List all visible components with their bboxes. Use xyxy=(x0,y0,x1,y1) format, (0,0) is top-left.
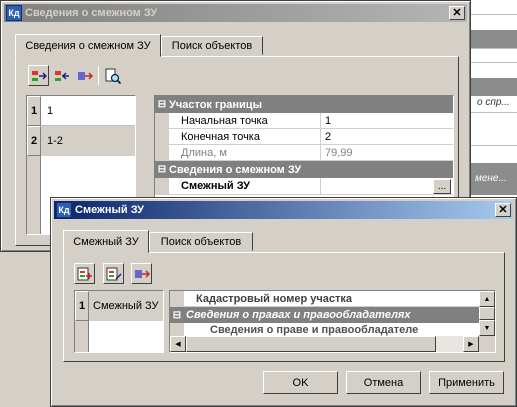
edit-parcel-button[interactable] xyxy=(103,263,124,284)
close-button[interactable]: ✕ xyxy=(449,6,465,20)
property-row[interactable]: Длина, м 79,99 xyxy=(155,144,453,161)
add-parcel-button[interactable] xyxy=(74,263,95,284)
property-row-right[interactable]: Сведения о праве и правообладателе xyxy=(170,323,495,336)
collapse-icon[interactable]: ⊟ xyxy=(155,99,169,110)
preview-button[interactable] xyxy=(102,65,123,86)
group-title: Сведения о смежном ЗУ xyxy=(169,163,302,176)
insert-point-icon xyxy=(31,70,47,81)
list-item-label: Смежный ЗУ xyxy=(93,300,159,312)
row-number: 1 xyxy=(27,95,41,126)
tab-adjacent-parcel[interactable]: Смежный ЗУ xyxy=(63,230,149,253)
vertical-scrollbar[interactable]: ▲ ▼ xyxy=(479,291,495,336)
tab-object-search[interactable]: Поиск объектов xyxy=(161,36,263,55)
move-parcel-button[interactable] xyxy=(131,263,152,284)
property-row[interactable]: Конечная точка 2 xyxy=(155,128,453,145)
ellipsis-button[interactable]: ... xyxy=(433,178,451,194)
list-item[interactable]: 1 Смежный ЗУ xyxy=(75,291,163,321)
tab-object-search[interactable]: Поиск объектов xyxy=(149,232,253,251)
scroll-right-button[interactable]: ▶ xyxy=(463,336,479,352)
tab-panel: 1 Смежный ЗУ Кадастровый номер участка ⊟… xyxy=(63,252,505,362)
property-row-cadastral[interactable]: Кадастровый номер участка xyxy=(170,291,495,307)
dialog-adjacent-parcel: Кд Смежный ЗУ ✕ Смежный ЗУ Поиск объекто… xyxy=(50,197,517,407)
tab-adjacent-info[interactable]: Сведения о смежном ЗУ xyxy=(15,34,161,57)
dialog-title: Сведения о смежном ЗУ xyxy=(25,7,158,19)
cancel-button[interactable]: Отмена xyxy=(346,371,421,394)
property-label: Кадастровый номер участка xyxy=(196,292,352,305)
scroll-down-button[interactable]: ▼ xyxy=(479,320,495,336)
collapse-icon[interactable]: ⊟ xyxy=(170,310,184,321)
horizontal-scrollbar[interactable]: ◀ ▶ xyxy=(170,336,495,352)
group-title: Участок границы xyxy=(169,98,262,111)
property-value: 79,99 xyxy=(325,146,353,159)
apply-button[interactable]: Применить xyxy=(429,371,504,394)
parcel-list[interactable]: 1 Смежный ЗУ xyxy=(74,290,164,353)
dialog-adjacent-parcel-titlebar[interactable]: Кд Смежный ЗУ ✕ xyxy=(54,201,513,219)
move-point-button[interactable] xyxy=(74,65,95,86)
group-title: Сведения о правах и правообладателях xyxy=(186,309,411,321)
list-item[interactable]: 2 1-2 xyxy=(27,126,135,156)
move-parcel-icon xyxy=(134,269,150,278)
property-label: Начальная точка xyxy=(169,112,321,129)
group-header-adjacent[interactable]: ⊟ Сведения о смежном ЗУ xyxy=(155,161,453,178)
group-header-rights[interactable]: ⊟ Сведения о правах и правообладателях xyxy=(170,307,495,323)
list-item[interactable]: 1 1 xyxy=(27,95,135,126)
property-label: Смежный ЗУ xyxy=(169,177,321,195)
app-icon: Кд xyxy=(6,5,22,21)
scroll-left-button[interactable]: ◀ xyxy=(170,336,186,352)
property-row[interactable]: Начальная точка 1 xyxy=(155,112,453,129)
scroll-corner xyxy=(479,336,495,352)
row-number: 1 xyxy=(75,291,89,321)
add-parcel-icon xyxy=(77,267,92,280)
collapse-icon[interactable]: ⊟ xyxy=(155,164,169,175)
property-grid: Кадастровый номер участка ⊟ Сведения о п… xyxy=(169,290,496,353)
edit-parcel-icon xyxy=(106,267,122,280)
tab-label: Смежный ЗУ xyxy=(73,235,139,248)
dialog-title: Смежный ЗУ xyxy=(75,204,145,216)
ok-button[interactable]: OK xyxy=(263,371,338,394)
property-row-adjacent[interactable]: Смежный ЗУ ... xyxy=(155,177,453,195)
move-point-icon xyxy=(77,71,93,80)
tab-label: Поиск объектов xyxy=(171,39,253,52)
list-item-label: 1-2 xyxy=(47,135,63,147)
app-icon: Кд xyxy=(56,202,72,218)
property-value: 2 xyxy=(325,130,332,143)
property-label: Сведения о праве и правообладателе xyxy=(210,323,419,336)
dialog-adjacent-info-titlebar[interactable]: Кд Сведения о смежном ЗУ ✕ xyxy=(4,4,467,22)
scroll-thumb[interactable] xyxy=(479,307,495,320)
tab-label: Поиск объектов xyxy=(160,235,242,248)
row-number: 2 xyxy=(27,126,41,156)
toolbar-separator xyxy=(98,66,99,85)
background-fragment-2: мене... xyxy=(475,173,507,184)
insert-point-button[interactable] xyxy=(28,65,49,86)
split-point-button[interactable] xyxy=(51,65,72,86)
property-value: 1 xyxy=(325,114,332,127)
property-label: Длина, м xyxy=(169,144,321,161)
scroll-hthumb[interactable] xyxy=(186,336,436,352)
scroll-up-button[interactable]: ▲ xyxy=(479,291,495,307)
list-item-label: 1 xyxy=(47,104,54,117)
split-point-icon xyxy=(54,70,69,81)
magnifier-document-icon xyxy=(105,68,121,84)
tab-label: Сведения о смежном ЗУ xyxy=(25,39,151,52)
background-fragment-1: о спр... xyxy=(477,97,510,108)
close-button[interactable]: ✕ xyxy=(495,203,511,217)
group-header-boundary[interactable]: ⊟ Участок границы xyxy=(155,96,453,113)
property-label: Конечная точка xyxy=(169,128,321,145)
